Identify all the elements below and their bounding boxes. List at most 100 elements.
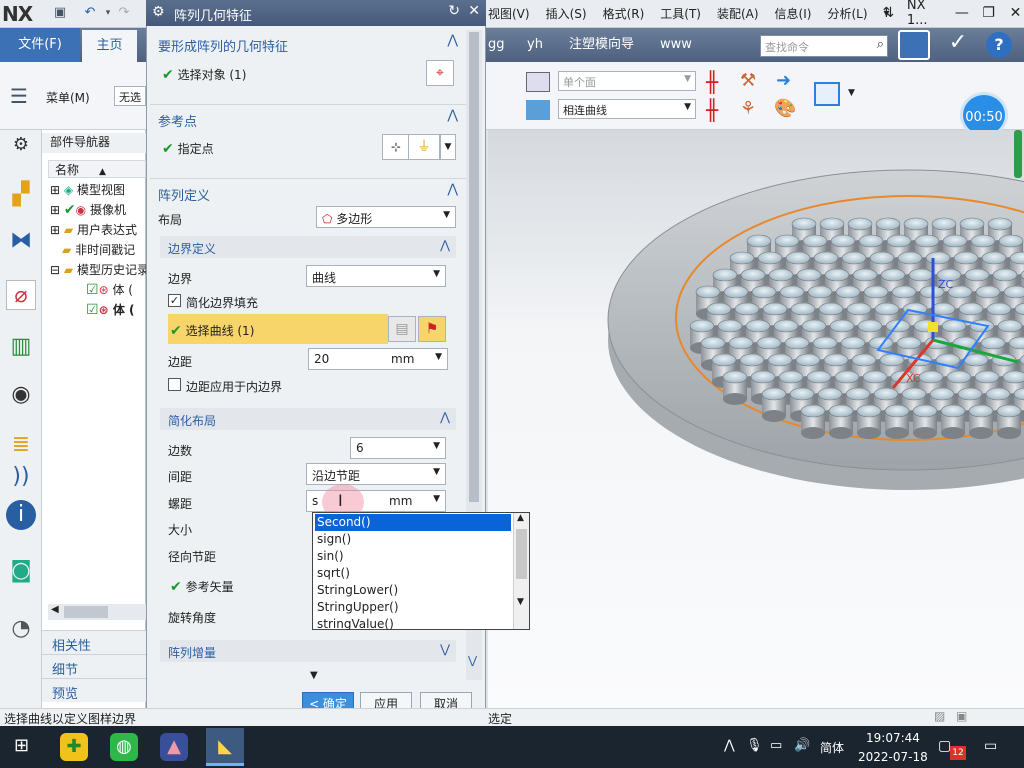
chevron-down-icon[interactable]: ⋁	[440, 642, 450, 656]
cylinder-top[interactable]	[784, 336, 810, 350]
feed-icon[interactable]: ))	[6, 462, 36, 492]
search-icon[interactable]: ⌕	[877, 37, 884, 52]
sides-input[interactable]: 6 ▼	[350, 437, 446, 459]
tab-gg[interactable]: gg	[488, 28, 505, 62]
navigator-column-name[interactable]: 名称 ▲	[48, 160, 146, 178]
expand-icon[interactable]: ⊞	[50, 223, 60, 237]
reset-icon[interactable]: ↻	[448, 3, 460, 19]
cylinder-top[interactable]	[875, 217, 901, 231]
cylinder-top[interactable]	[1003, 285, 1024, 299]
cylinder-top[interactable]	[840, 336, 866, 350]
cylinder-top[interactable]	[847, 217, 873, 231]
select-curve-icon[interactable]: ⚑	[418, 316, 446, 342]
cylinder-top[interactable]	[712, 268, 738, 282]
selection-filter-select[interactable]: 无选	[114, 86, 146, 106]
cylinder-top[interactable]	[722, 370, 748, 384]
cylinder-top[interactable]	[856, 404, 882, 418]
autocomplete-item[interactable]: Second()	[315, 514, 511, 531]
cylinder-top[interactable]	[891, 285, 917, 299]
autocomplete-item[interactable]: StringUpper()	[315, 599, 511, 616]
menu-tools[interactable]: 工具(T)	[660, 5, 701, 22]
cylinder-top[interactable]	[812, 336, 838, 350]
view-orient-icon[interactable]	[814, 82, 840, 106]
curve-rule-icon[interactable]: ▤	[388, 316, 416, 342]
select-object-row[interactable]: ✔ 选择对象 (1)	[162, 66, 246, 83]
selection-icon[interactable]: ▨	[934, 709, 945, 723]
cylinder-top[interactable]	[739, 353, 765, 367]
margin-inner-checkbox[interactable]	[168, 378, 181, 391]
cylinder-top[interactable]	[869, 251, 895, 265]
cylinder-top[interactable]	[829, 319, 855, 333]
cylinder-top[interactable]	[896, 336, 922, 350]
crosshair-icon[interactable]: ⌖	[426, 60, 454, 86]
nx-taskbar-icon[interactable]: ◣	[206, 728, 244, 766]
cylinder-top[interactable]	[695, 285, 721, 299]
chevron-down-icon[interactable]: ▼	[440, 134, 456, 160]
cylinder-top[interactable]	[717, 319, 743, 333]
curve-rule-select[interactable]: 相连曲线 ▼	[558, 99, 696, 119]
cylinder-top[interactable]	[756, 336, 782, 350]
cylinder-top[interactable]	[846, 302, 872, 316]
cylinder-top[interactable]	[779, 285, 805, 299]
scroll-up-icon[interactable]: ▲	[517, 513, 524, 523]
tree-item-history[interactable]: ⊟ ▰ 模型历史记录	[50, 261, 146, 281]
cylinder-top[interactable]	[819, 217, 845, 231]
cylinder-top[interactable]	[711, 353, 737, 367]
menu-insert[interactable]: 插入(S)	[546, 5, 587, 22]
tab-home[interactable]: 主页	[82, 30, 137, 62]
app-plus-icon[interactable]: ✚	[60, 733, 88, 761]
cylinder-top[interactable]	[751, 285, 777, 299]
expand-icon[interactable]: ⊞	[50, 183, 60, 197]
cylinder-top[interactable]	[929, 387, 955, 401]
cylinder-top[interactable]	[828, 404, 854, 418]
cylinder-top[interactable]	[807, 285, 833, 299]
undo-icon[interactable]: ↶	[82, 5, 98, 21]
tab-www[interactable]: www	[660, 28, 692, 62]
cylinder-top[interactable]	[796, 268, 822, 282]
ribbon-collapse-icon[interactable]: ✓	[944, 30, 972, 58]
cylinder-top[interactable]	[824, 268, 850, 282]
panel-preview[interactable]: 预览	[42, 678, 146, 702]
tray-expand-icon[interactable]: ⋀	[724, 738, 735, 753]
cylinder-top[interactable]	[706, 302, 732, 316]
graphics-viewport[interactable]: ZC XC	[488, 130, 1024, 708]
cylinder-top[interactable]	[845, 387, 871, 401]
specify-point-row[interactable]: ✔ 指定点	[162, 140, 214, 157]
snap-icon[interactable]: ╫	[706, 98, 718, 122]
cylinder-top[interactable]	[874, 302, 900, 316]
cylinder-top[interactable]	[851, 353, 877, 367]
cylinder-top[interactable]	[823, 353, 849, 367]
cylinder-top[interactable]	[986, 302, 1012, 316]
boundary-select[interactable]: 曲线 ▼	[306, 265, 446, 287]
spacing-select[interactable]: 沿边节距 ▼	[306, 463, 446, 485]
pin-icon[interactable]: ⇅	[880, 5, 897, 21]
app-mountain-icon[interactable]: ▲	[160, 733, 188, 761]
menu-info[interactable]: 信息(I)	[775, 5, 812, 22]
panel-details[interactable]: 细节	[42, 654, 146, 678]
cylinder-top[interactable]	[1002, 370, 1024, 384]
cylinder-top[interactable]	[958, 302, 984, 316]
ref-vector-row[interactable]: ✔ 参考矢量	[170, 578, 234, 595]
cylinder-top[interactable]	[830, 234, 856, 248]
tray-mic-icon[interactable]: 🎙	[746, 738, 763, 753]
cylinder-top[interactable]	[884, 404, 910, 418]
fit-icon[interactable]: ▣	[956, 709, 967, 723]
box-icon[interactable]	[526, 72, 550, 92]
cylinder-top[interactable]	[940, 404, 966, 418]
cylinder-top[interactable]	[806, 370, 832, 384]
cylinder-top[interactable]	[969, 319, 995, 333]
scroll-down-icon[interactable]: ⋁	[468, 654, 477, 667]
cylinder-top[interactable]	[908, 268, 934, 282]
clock-date[interactable]: 2022-07-18	[858, 750, 928, 764]
chevron-down-icon[interactable]: ▼	[848, 88, 855, 98]
layers-icon[interactable]: ≣	[6, 430, 36, 460]
simplify-fill-checkbox[interactable]: ✓	[168, 294, 181, 307]
menu-assembly[interactable]: 装配(A)	[717, 5, 759, 22]
document-icon[interactable]: ◙	[6, 556, 36, 586]
tree-item-timeless[interactable]: ▰ 非时间戳记	[62, 241, 158, 261]
cube-icon[interactable]	[526, 100, 550, 120]
menu-analysis[interactable]: 分析(L)	[827, 5, 867, 22]
collapse-icon[interactable]: ⊟	[50, 263, 60, 277]
cylinder-top[interactable]	[903, 217, 929, 231]
cylinder-top[interactable]	[745, 319, 771, 333]
